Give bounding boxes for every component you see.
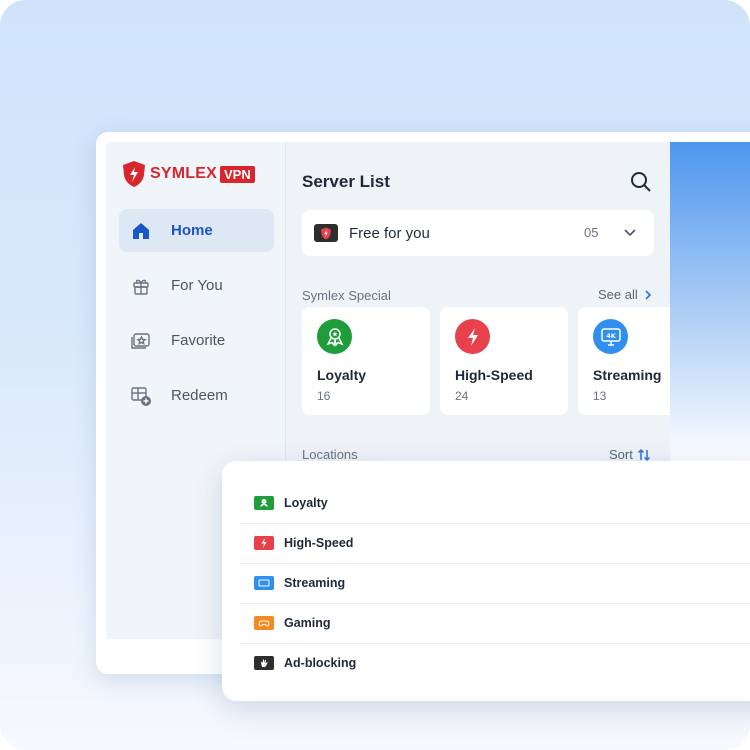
see-all-link[interactable]: See all bbox=[598, 287, 654, 302]
free-servers-label: Free for you bbox=[349, 224, 430, 242]
sidebar-item-label: Favorite bbox=[171, 332, 226, 349]
lightning-icon bbox=[254, 536, 274, 550]
popup-item-ad-blocking[interactable]: Ad-blocking bbox=[240, 643, 750, 683]
chevron-right-icon bbox=[645, 289, 651, 300]
page-title: Server List bbox=[302, 172, 390, 191]
streaming-icon: 4K bbox=[593, 319, 628, 354]
popup-item-high-speed[interactable]: High-Speed bbox=[240, 523, 750, 564]
popup-item-label: Loyalty bbox=[284, 496, 328, 510]
popup-item-label: High-Speed bbox=[284, 536, 354, 550]
free-servers-count: 05 bbox=[584, 225, 599, 240]
gift-icon bbox=[130, 275, 152, 297]
popup-item-label: Ad-blocking bbox=[284, 656, 357, 670]
search-icon[interactable] bbox=[629, 170, 653, 194]
background: SYMLEX VPN Home For You Favorite Redeem … bbox=[0, 0, 750, 750]
brand-name: SYMLEX bbox=[150, 165, 217, 182]
brand-logo: SYMLEX VPN bbox=[121, 160, 255, 188]
popup-item-gaming[interactable]: Gaming bbox=[240, 603, 750, 644]
shield-badge-icon bbox=[314, 224, 338, 242]
favorite-icon bbox=[130, 330, 152, 352]
popup-item-label: Gaming bbox=[284, 616, 331, 630]
chevron-down-icon bbox=[624, 229, 636, 237]
sidebar-item-redeem[interactable]: Redeem bbox=[119, 374, 274, 417]
gamepad-icon bbox=[254, 616, 274, 630]
section-title-special: Symlex Special bbox=[302, 288, 391, 303]
loyalty-icon bbox=[254, 496, 274, 510]
sidebar-item-home[interactable]: Home bbox=[119, 209, 274, 252]
category-name: Loyalty bbox=[317, 367, 367, 383]
hand-block-icon bbox=[254, 656, 274, 670]
lightning-icon bbox=[455, 319, 490, 354]
category-count: 16 bbox=[317, 389, 331, 403]
category-name: High-Speed bbox=[455, 367, 533, 383]
sidebar-item-favorite[interactable]: Favorite bbox=[119, 319, 274, 362]
sidebar-item-label: Home bbox=[171, 222, 213, 239]
category-name: Streaming bbox=[593, 367, 662, 383]
sort-label: Sort bbox=[609, 447, 633, 462]
svg-text:4K: 4K bbox=[606, 332, 617, 340]
sidebar-item-label: Redeem bbox=[171, 387, 228, 404]
category-card-high-speed[interactable]: High-Speed 24 bbox=[440, 307, 568, 415]
sidebar-item-for-you[interactable]: For You bbox=[119, 264, 274, 307]
section-title-locations: Locations bbox=[302, 447, 358, 462]
sort-button[interactable]: Sort bbox=[609, 447, 651, 462]
home-icon bbox=[130, 220, 152, 242]
popup-item-label: Streaming bbox=[284, 576, 346, 590]
streaming-icon bbox=[254, 576, 274, 590]
sort-icon bbox=[637, 448, 650, 461]
redeem-icon bbox=[130, 385, 152, 407]
popup-item-streaming[interactable]: Streaming bbox=[240, 563, 750, 604]
shield-logo-icon bbox=[123, 161, 145, 187]
see-all-label: See all bbox=[598, 287, 638, 302]
popup-item-loyalty[interactable]: Loyalty bbox=[240, 483, 750, 524]
free-servers-dropdown[interactable]: Free for you 05 bbox=[302, 210, 654, 256]
category-count: 13 bbox=[593, 389, 607, 403]
category-popup: Loyalty High-Speed Streaming Gaming Ad-b… bbox=[222, 461, 750, 701]
loyalty-icon bbox=[317, 319, 352, 354]
brand-badge: VPN bbox=[220, 165, 255, 183]
category-card-loyalty[interactable]: Loyalty 16 bbox=[302, 307, 430, 415]
sidebar-item-label: For You bbox=[171, 277, 223, 294]
category-count: 24 bbox=[455, 389, 469, 403]
